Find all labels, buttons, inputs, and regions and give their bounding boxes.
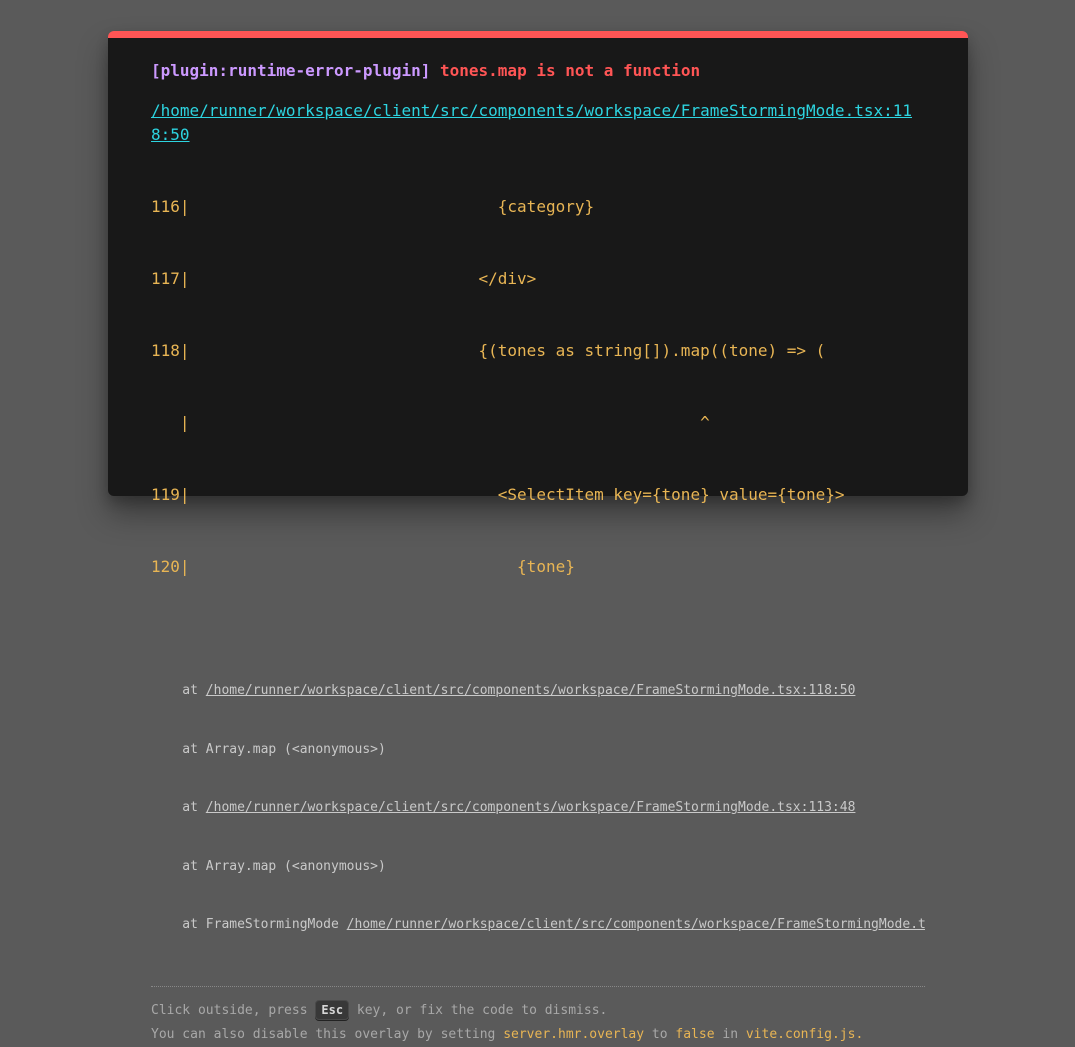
tip-line-1: Click outside, press Esc key, or fix the…	[151, 999, 925, 1023]
stack-line: at /home/runner/workspace/client/src/com…	[151, 681, 925, 701]
tip-text: in	[714, 1026, 746, 1042]
tip-text: key, or fix the code to dismiss.	[349, 1002, 608, 1018]
stack-prefix: at	[151, 800, 206, 815]
code-caret-line: | ^	[151, 413, 710, 432]
stack-file-link[interactable]: /home/runner/workspace/client/src/compon…	[206, 800, 856, 815]
stack-line: at Array.map (<anonymous>)	[151, 857, 925, 877]
stack-line: at Array.map (<anonymous>)	[151, 740, 925, 760]
error-message: [plugin:runtime-error-plugin] tones.map …	[151, 60, 925, 82]
tip-text: to	[644, 1026, 676, 1042]
tip-line-2: You can also disable this overlay by set…	[151, 1023, 925, 1047]
code-line-116: 116| {category}	[151, 197, 595, 216]
config-file-name: vite.config.js	[745, 1026, 856, 1042]
tip-text: You can also disable this overlay by set…	[151, 1026, 504, 1042]
error-file-link[interactable]: /home/runner/workspace/client/src/compon…	[151, 99, 925, 147]
stack-prefix: at Array.map (<anonymous>)	[151, 858, 386, 874]
stack-line: at /home/runner/workspace/client/src/com…	[151, 798, 925, 818]
setting-value: false	[675, 1026, 715, 1042]
stack-line: at FrameStormingMode /home/runner/worksp…	[151, 915, 925, 935]
code-line-120: 120| {tone}	[151, 557, 575, 576]
tip-period: .	[855, 1026, 864, 1042]
code-line-117: 117| </div>	[151, 269, 537, 288]
stack-prefix: at FrameStormingMode	[151, 917, 347, 932]
error-text: tones.map is not a function	[440, 61, 701, 80]
setting-name: server.hmr.overlay	[503, 1026, 645, 1042]
code-line-118: 118| {(tones as string[]).map((tone) => …	[151, 341, 826, 360]
stack-prefix: at	[151, 683, 206, 698]
divider	[151, 985, 925, 987]
code-line-119: 119| <SelectItem key={tone} value={tone}…	[151, 485, 845, 504]
esc-key: Esc	[315, 999, 350, 1020]
stack-file-link[interactable]: /home/runner/workspace/client/src/compon…	[206, 683, 856, 698]
plugin-name: [plugin:runtime-error-plugin]	[151, 61, 431, 80]
dismiss-tip: Click outside, press Esc key, or fix the…	[151, 999, 925, 1047]
code-frame: 116| {category} 117| </div> 118| {(tones…	[151, 147, 925, 627]
stack-file-link[interactable]: /home/runner/workspace/client/src/compon…	[347, 917, 925, 932]
tip-text: Click outside, press	[151, 1002, 316, 1018]
stack-trace: at /home/runner/workspace/client/src/com…	[151, 642, 925, 974]
error-overlay: [plugin:runtime-error-plugin] tones.map …	[108, 31, 968, 1042]
stack-prefix: at Array.map (<anonymous>)	[151, 741, 386, 757]
